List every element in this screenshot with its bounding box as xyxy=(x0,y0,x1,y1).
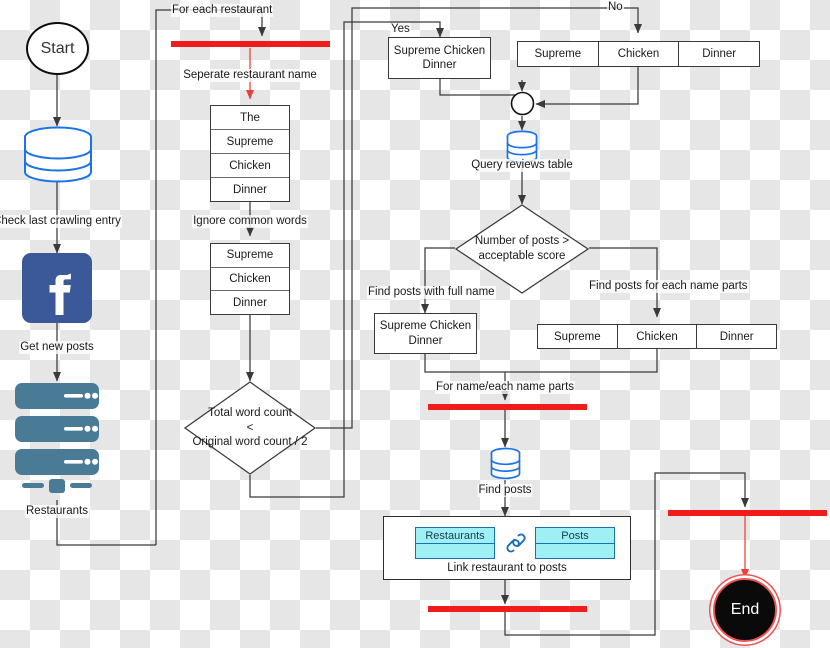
part-cell: Supreme xyxy=(534,48,582,60)
fork-bar-for-each-restaurant xyxy=(171,41,330,47)
link-restaurant-to-posts-box[interactable]: Restaurants Posts Link restaurant to pos… xyxy=(383,516,631,580)
link-box-caption: Link restaurant to posts xyxy=(447,562,567,574)
name-table-trimmed[interactable]: Supreme Chicken Dinner xyxy=(210,243,290,315)
fork-bar-name-parts xyxy=(428,404,587,410)
name-cell: Supreme xyxy=(211,129,289,153)
name-cell: Supreme xyxy=(226,249,274,262)
restaurants-mini-table-header: Restaurants xyxy=(416,528,494,544)
start-label: Start xyxy=(40,39,75,57)
join-bar-link-posts xyxy=(428,606,587,612)
name-table-full[interactable]: The Supreme Chicken Dinner xyxy=(210,105,290,202)
decision-line-2: < xyxy=(246,421,254,434)
chain-link-icon xyxy=(502,529,530,557)
facebook-icon[interactable] xyxy=(22,253,92,323)
restaurants-mini-table[interactable]: Restaurants xyxy=(415,527,495,559)
check-crawling-database-icon[interactable] xyxy=(22,126,94,184)
name-cell: Chicken xyxy=(211,266,289,291)
server-rack-icon[interactable] xyxy=(11,381,103,500)
full-name-line-2: Dinner xyxy=(422,59,457,71)
no-branch-label: No xyxy=(607,1,624,15)
flowchart-canvas: Start Check last crawling entry Get new … xyxy=(0,0,830,648)
name-cell: The xyxy=(240,111,260,124)
part-cell: Dinner xyxy=(678,42,759,66)
part-cell: Chicken xyxy=(616,325,697,348)
query-reviews-label: Query reviews table xyxy=(470,159,574,173)
find-posts-label: Find posts xyxy=(477,484,533,498)
posts-mini-table[interactable]: Posts xyxy=(535,527,615,559)
get-new-posts-label: Get new posts xyxy=(19,341,95,355)
word-count-decision-text: Total word count < Original word count /… xyxy=(184,381,316,475)
part-cell: Supreme xyxy=(554,330,601,343)
posts-decision-text: Number of posts > acceptable score xyxy=(455,204,589,294)
find-posts-database-icon[interactable] xyxy=(489,447,522,480)
full-name-box-top[interactable]: Supreme Chicken Dinner xyxy=(388,37,491,79)
yes-branch-label: Yes xyxy=(390,23,411,37)
parts-table-top[interactable]: Supreme Chicken Dinner xyxy=(517,41,760,67)
word-count-decision[interactable]: Total word count < Original word count /… xyxy=(183,381,317,475)
for-each-restaurant-label: For each restaurant xyxy=(171,4,274,18)
ignore-common-words-label: Ignore common words xyxy=(192,215,308,229)
merge-circle-icon xyxy=(510,91,535,116)
find-posts-full-name-label: Find posts with full name xyxy=(367,286,496,300)
posts-decision-line-1: Number of posts > xyxy=(474,235,570,248)
decision-line-1: Total word count xyxy=(208,406,292,419)
end-label: End xyxy=(730,601,760,618)
posts-mini-table-header: Posts xyxy=(536,528,614,544)
for-name-parts-label: For name/each name parts xyxy=(434,381,576,395)
find-posts-name-parts-label: Find posts for each name parts xyxy=(588,280,749,294)
name-cell: Chicken xyxy=(211,153,289,177)
end-node[interactable]: End xyxy=(713,578,777,642)
name-cell: Dinner xyxy=(211,290,289,314)
posts-count-decision[interactable]: Number of posts > acceptable score xyxy=(454,204,590,294)
separate-name-label: Seperate restaurant name xyxy=(182,69,318,83)
full-name-line-2: Dinner xyxy=(408,334,443,347)
join-bar-end xyxy=(668,510,827,516)
start-node[interactable]: Start xyxy=(26,22,89,75)
decision-line-3: Original word count / 2 xyxy=(192,436,308,449)
full-name-box-bottom[interactable]: Supreme Chicken Dinner xyxy=(374,313,477,354)
part-cell: Dinner xyxy=(696,325,776,348)
restaurants-label: Restaurants xyxy=(24,505,90,519)
posts-decision-line-2: acceptable score xyxy=(478,250,566,262)
check-crawling-label: Check last crawling entry xyxy=(0,215,122,229)
full-name-line-1: Supreme Chicken xyxy=(379,320,472,333)
full-name-line-1: Supreme Chicken xyxy=(393,44,486,57)
part-cell: Chicken xyxy=(597,42,679,66)
name-cell: Dinner xyxy=(211,177,289,201)
parts-table-bottom[interactable]: Supreme Chicken Dinner xyxy=(537,324,777,349)
